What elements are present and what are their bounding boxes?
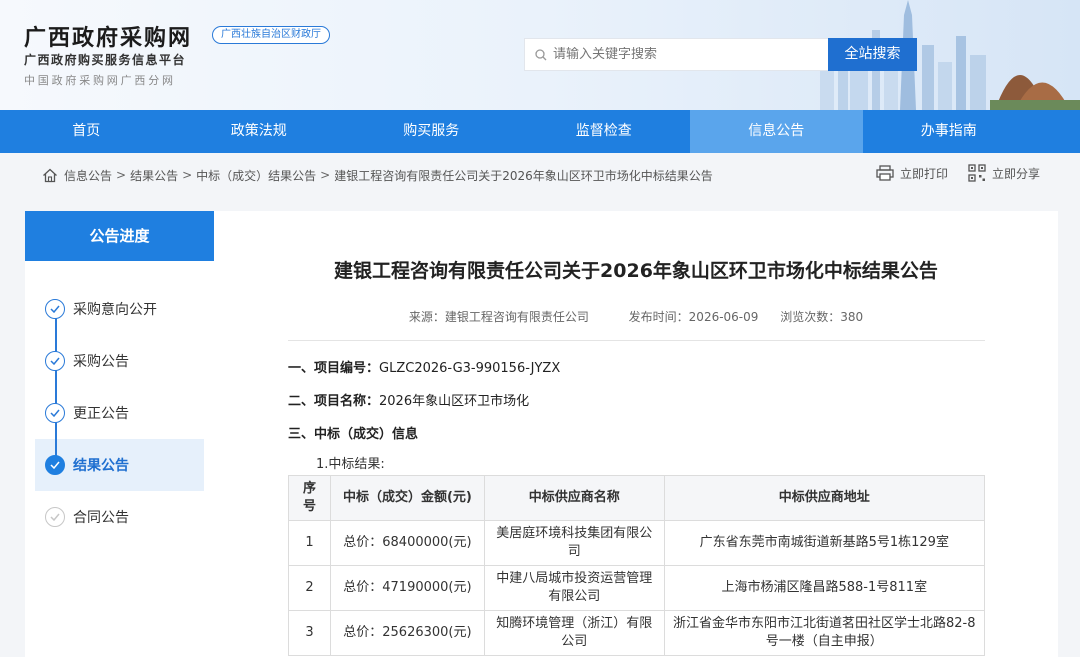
nav-item-announcements[interactable]: 信息公告: [690, 110, 863, 153]
table-cell-address: 浙江省金华市东阳市江北街道茗田社区学士北路82-8号一楼（自主申报）: [663, 610, 986, 656]
progress-steps: 采购意向公开 采购公告 更正公告 结果公告 合同公告: [25, 261, 214, 543]
section-heading: 三、中标（成交）信息: [288, 427, 419, 442]
table-row: 2 总价：47190000(元) 中建八局城市投资运营管理有限公司 上海市杨浦区…: [288, 565, 986, 611]
search-button[interactable]: 全站搜索: [828, 38, 917, 71]
print-label: 立即打印: [899, 166, 948, 181]
site-subtitle: 广西政府购买服务信息平台: [24, 53, 187, 67]
section-award-info: 三、中标（成交）信息: [288, 423, 418, 442]
table-cell-index: 1: [288, 520, 331, 566]
table-header-row: 序号 中标（成交）金额(元) 中标供应商名称 中标供应商地址: [288, 475, 986, 521]
section-heading: 二、项目名称：: [288, 394, 380, 409]
nav-item-purchase-service[interactable]: 购买服务: [345, 110, 518, 153]
site-title[interactable]: 广西政府采购网: [24, 20, 192, 52]
article-title: 建银工程咨询有限责任公司关于2026年象山区环卫市场化中标结果公告: [334, 260, 938, 282]
table-cell-amount: 总价：68400000(元): [329, 520, 485, 566]
section-project-number: 一、项目编号：GLZC2026-G3-990156-JYZX: [288, 357, 560, 376]
check-circle-icon: [45, 455, 65, 475]
search-icon: [535, 48, 547, 60]
check-circle-icon: [45, 351, 65, 371]
section-project-name: 二、项目名称：2026年象山区环卫市场化: [288, 390, 529, 409]
table-cell-supplier: 知腾环境管理（浙江）有限公司: [483, 610, 665, 656]
step-result-notice[interactable]: 结果公告: [35, 439, 204, 491]
check-circle-icon: [45, 507, 65, 527]
check-circle-icon: [45, 299, 65, 319]
site-subtitle-secondary: 中国政府采购网广西分网: [24, 74, 176, 87]
table-cell-address: 上海市杨浦区隆昌路588-1号811室: [663, 565, 986, 611]
step-correction-notice[interactable]: 更正公告: [25, 387, 214, 439]
breadcrumb: 信息公告 > 结果公告 > 中标（成交）结果公告 > 建银工程咨询有限责任公司关…: [42, 164, 713, 186]
project-number: GLZC2026-G3-990156-JYZX: [379, 361, 561, 376]
step-label: 结果公告: [73, 458, 129, 474]
breadcrumb-current: 建银工程咨询有限责任公司关于2026年象山区环卫市场化中标结果公告: [334, 168, 713, 183]
breadcrumb-link-announcements[interactable]: 信息公告: [64, 167, 112, 184]
nav-item-guide[interactable]: 办事指南: [863, 110, 1036, 153]
step-procurement-intention[interactable]: 采购意向公开: [25, 283, 214, 335]
department-badge: 广西壮族自治区财政厅: [212, 26, 330, 44]
column-header: 中标供应商名称: [483, 475, 665, 521]
search-box: [524, 38, 828, 71]
table-cell-index: 2: [288, 565, 331, 611]
article-meta: 来源：建银工程咨询有限责任公司 发布时间：2026-06-09 浏览次数：380: [214, 308, 1058, 325]
step-label: 采购公告: [73, 354, 129, 370]
page-tools: 立即打印 立即分享: [856, 164, 1040, 182]
award-result-subheading: 1.中标结果:: [316, 457, 385, 472]
qrcode-icon: [968, 164, 986, 182]
article-source: 来源：建银工程咨询有限责任公司: [408, 310, 589, 324]
column-header: 中标（成交）金额(元): [329, 475, 485, 521]
breadcrumb-link-award-results[interactable]: 中标（成交）结果公告: [196, 167, 316, 184]
table-cell-amount: 总价：47190000(元): [329, 565, 485, 611]
check-circle-icon: [45, 403, 65, 423]
project-name: 2026年象山区环卫市场化: [379, 394, 530, 409]
step-procurement-notice[interactable]: 采购公告: [25, 335, 214, 387]
section-heading: 一、项目编号：: [288, 361, 380, 376]
printer-icon: [876, 165, 894, 181]
progress-sidebar: 公告进度 采购意向公开 采购公告 更正公告 结果公告 合同公告: [25, 211, 214, 657]
column-header: 中标供应商地址: [663, 475, 986, 521]
breadcrumb-separator: >: [320, 168, 331, 182]
main-nav: 首页 政策法规 购买服务 监督检查 信息公告 办事指南: [0, 110, 1080, 153]
table-cell-supplier: 美居庭环境科技集团有限公司: [483, 520, 665, 566]
award-result-table: 序号 中标（成交）金额(元) 中标供应商名称 中标供应商地址 1 总价：6840…: [288, 475, 986, 656]
breadcrumb-separator: >: [116, 168, 127, 182]
column-header: 序号: [288, 475, 331, 521]
progress-line: [55, 309, 57, 469]
article-view-count: 浏览次数：380: [780, 310, 864, 324]
table-cell-address: 广东省东莞市南城街道新基路5号1栋129室: [663, 520, 986, 566]
table-row: 1 总价：68400000(元) 美居庭环境科技集团有限公司 广东省东莞市南城街…: [288, 520, 986, 566]
home-icon[interactable]: [42, 168, 58, 183]
article-panel: 建银工程咨询有限责任公司关于2026年象山区环卫市场化中标结果公告 来源：建银工…: [214, 211, 1058, 657]
step-label: 合同公告: [73, 510, 129, 526]
step-label: 更正公告: [73, 406, 129, 422]
table-row: 3 总价：25626300(元) 知腾环境管理（浙江）有限公司 浙江省金华市东阳…: [288, 610, 986, 656]
print-button[interactable]: 立即打印: [876, 165, 948, 182]
breadcrumb-separator: >: [182, 168, 193, 182]
breadcrumb-link-results[interactable]: 结果公告: [130, 167, 178, 184]
table-cell-index: 3: [288, 610, 331, 656]
step-contract-notice[interactable]: 合同公告: [25, 491, 214, 543]
search-input[interactable]: [553, 47, 813, 62]
nav-item-home[interactable]: 首页: [0, 110, 173, 153]
divider: [288, 340, 985, 341]
article-publish-time: 发布时间：2026-06-09: [628, 310, 759, 324]
share-button[interactable]: 立即分享: [968, 164, 1040, 182]
nav-item-policy[interactable]: 政策法规: [173, 110, 346, 153]
site-header: 广西政府采购网 广西壮族自治区财政厅 广西政府购买服务信息平台 中国政府采购网广…: [0, 0, 1080, 110]
sidebar-title: 公告进度: [25, 211, 214, 261]
share-label: 立即分享: [991, 166, 1040, 181]
step-label: 采购意向公开: [73, 302, 157, 318]
table-cell-amount: 总价：25626300(元): [329, 610, 485, 656]
nav-item-supervision[interactable]: 监督检查: [518, 110, 691, 153]
table-cell-supplier: 中建八局城市投资运营管理有限公司: [483, 565, 665, 611]
